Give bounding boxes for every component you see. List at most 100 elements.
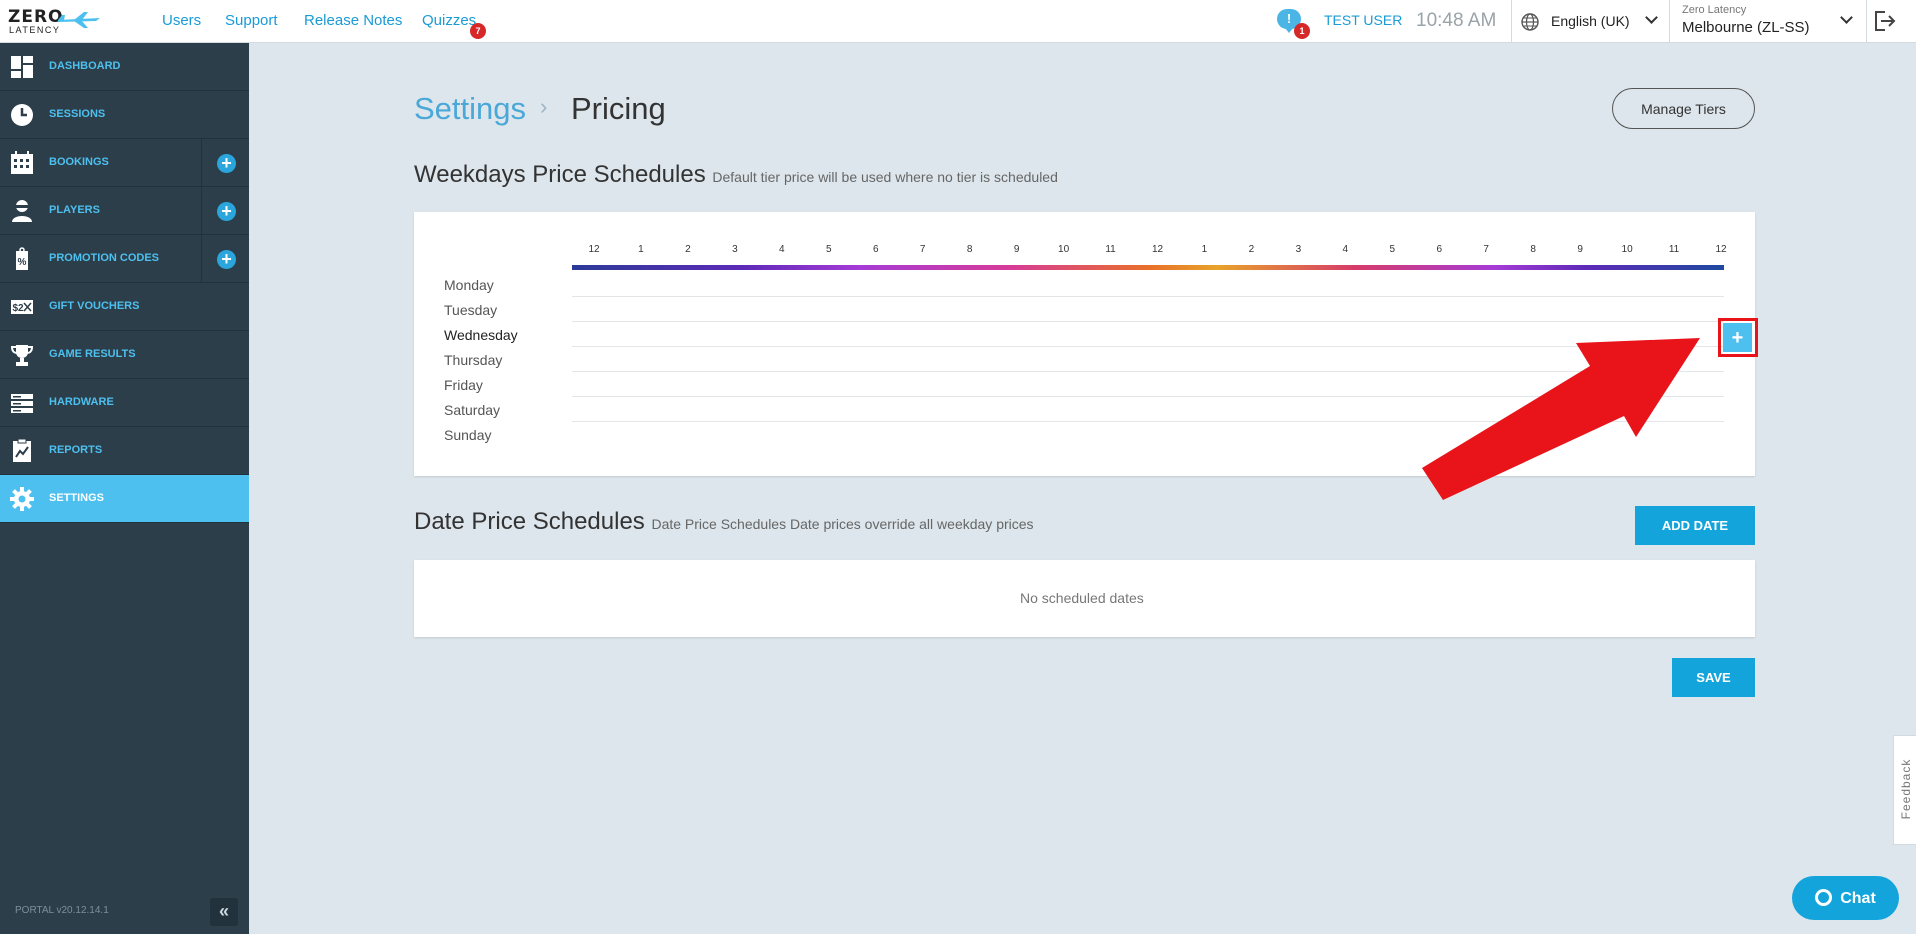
sidebar-item-settings[interactable]: SETTINGS bbox=[0, 475, 249, 523]
divider bbox=[1866, 0, 1867, 43]
weekdays-section-title: Weekdays Price Schedules Default tier pr… bbox=[414, 161, 1058, 188]
sidebar-item-dashboard[interactable]: DASHBOARD bbox=[0, 43, 249, 91]
nav-release-notes[interactable]: Release Notes bbox=[304, 12, 402, 29]
add-date-button[interactable]: ADD DATE bbox=[1635, 506, 1755, 545]
hour-tick-label: 9 bbox=[1577, 244, 1583, 255]
plus-icon: + bbox=[217, 202, 236, 221]
day-label-friday: Friday bbox=[444, 377, 483, 393]
chat-icon bbox=[1815, 888, 1833, 906]
sidebar-item-bookings[interactable]: BOOKINGS + bbox=[0, 139, 249, 187]
sidebar-item-game-results[interactable]: GAME RESULTS bbox=[0, 331, 249, 379]
hour-tick-label: 5 bbox=[1389, 244, 1396, 255]
chevron-down-icon bbox=[1840, 11, 1853, 24]
day-label-saturday: Saturday bbox=[444, 402, 501, 418]
divider bbox=[1669, 0, 1670, 43]
player-icon bbox=[12, 200, 32, 222]
page-title: Pricing bbox=[571, 91, 666, 126]
hour-tick-label: 6 bbox=[872, 244, 879, 255]
sidebar-item-gift-vouchers[interactable]: $2 GIFT VOUCHERS bbox=[0, 283, 249, 331]
add-promotion-button[interactable]: + bbox=[201, 235, 249, 283]
dates-section-subtitle: Date Price Schedules Date prices overrid… bbox=[651, 516, 1034, 532]
hour-tick-label: 2 bbox=[1248, 244, 1255, 255]
hour-tick-label: 12 bbox=[588, 244, 600, 255]
annotation-highlight-box bbox=[1718, 318, 1758, 357]
divider bbox=[1511, 0, 1512, 43]
plane-icon bbox=[58, 12, 100, 28]
collapse-sidebar-button[interactable]: « bbox=[210, 898, 238, 926]
logout-icon[interactable] bbox=[1873, 10, 1897, 32]
day-label-wednesday: Wednesday bbox=[444, 327, 518, 343]
promo-tag-icon: % bbox=[16, 247, 28, 270]
chevron-down-icon bbox=[1645, 11, 1658, 24]
hour-tick-label: 12 bbox=[1151, 244, 1164, 255]
svg-text:$2: $2 bbox=[12, 303, 24, 314]
hour-tick-label: 1 bbox=[638, 244, 644, 255]
hour-tick-label: 12 bbox=[1715, 244, 1727, 255]
hour-tick-label: 11 bbox=[1105, 244, 1116, 255]
hour-tick-label: 2 bbox=[685, 244, 691, 255]
notification-badge: 1 bbox=[1294, 23, 1310, 39]
add-player-button[interactable]: + bbox=[201, 187, 249, 235]
user-menu[interactable]: TEST USER bbox=[1324, 12, 1402, 28]
clock: 10:48 AM bbox=[1416, 10, 1497, 31]
sidebar-item-hardware[interactable]: HARDWARE bbox=[0, 379, 249, 427]
language-label: English (UK) bbox=[1551, 13, 1630, 29]
report-icon bbox=[13, 439, 31, 462]
hour-tick-label: 1 bbox=[1201, 244, 1208, 255]
day-row-divider bbox=[572, 396, 1724, 397]
language-select[interactable]: English (UK) bbox=[1518, 0, 1668, 43]
day-label-thursday: Thursday bbox=[444, 352, 503, 368]
sidebar: DASHBOARD SESSIONS BOOKINGS + PLAYERS + bbox=[0, 43, 249, 934]
add-booking-button[interactable]: + bbox=[201, 139, 249, 187]
trophy-icon bbox=[10, 345, 34, 366]
clock-icon bbox=[11, 104, 33, 126]
hour-tick-label: 6 bbox=[1436, 244, 1443, 255]
breadcrumb-separator: › bbox=[540, 94, 548, 119]
feedback-tab[interactable]: Feedback bbox=[1893, 735, 1916, 845]
svg-text:%: % bbox=[18, 257, 27, 268]
hour-tick-label: 3 bbox=[732, 244, 738, 255]
empty-dates-message: No scheduled dates bbox=[1020, 590, 1144, 606]
day-label-monday: Monday bbox=[444, 277, 494, 293]
day-row-divider bbox=[572, 371, 1724, 372]
day-row-divider bbox=[572, 421, 1724, 422]
nav-users[interactable]: Users bbox=[162, 12, 201, 29]
quizzes-badge: 7 bbox=[470, 23, 486, 39]
dates-section-title: Date Price Schedules Date Price Schedule… bbox=[414, 508, 1034, 535]
hour-tick-label: 8 bbox=[1530, 244, 1536, 255]
server-icon bbox=[11, 394, 33, 413]
hour-tick-label: 11 bbox=[1668, 244, 1680, 255]
hour-tick-label: 10 bbox=[1621, 244, 1633, 255]
zero-latency-logo[interactable]: ZERO LATENCY bbox=[8, 7, 103, 37]
gear-icon bbox=[10, 487, 34, 511]
sidebar-item-reports[interactable]: REPORTS bbox=[0, 427, 249, 475]
globe-icon bbox=[1521, 13, 1539, 31]
sidebar-item-promotion-codes[interactable]: % PROMOTION CODES + bbox=[0, 235, 249, 283]
dashboard-icon bbox=[11, 56, 33, 78]
hour-tick-label: 8 bbox=[966, 244, 973, 255]
hour-tick-label: 4 bbox=[779, 244, 785, 255]
day-row-divider bbox=[572, 346, 1724, 347]
day-label-sunday: Sunday bbox=[444, 427, 492, 443]
weekdays-section-subtitle: Default tier price will be used where no… bbox=[712, 169, 1058, 185]
nav-quizzes[interactable]: Quizzes bbox=[422, 12, 476, 29]
breadcrumb-settings[interactable]: Settings bbox=[414, 91, 526, 127]
plus-icon: + bbox=[217, 154, 236, 173]
top-bar: ZERO LATENCY Users Support Release Notes… bbox=[0, 0, 1916, 43]
hour-tick-label: 7 bbox=[919, 244, 926, 255]
plus-icon: + bbox=[217, 250, 236, 269]
save-button[interactable]: SAVE bbox=[1672, 658, 1755, 697]
manage-tiers-button[interactable]: Manage Tiers bbox=[1612, 88, 1755, 129]
voucher-icon: $2 bbox=[11, 300, 33, 314]
hour-axis: 12 1 2 3 4 5 6 7 8 9 10 11 12 1 2 3 4 5 6 7 8 9 10 11 12 bbox=[573, 244, 1726, 258]
day-label-tuesday: Tuesday bbox=[444, 302, 498, 318]
nav-support[interactable]: Support bbox=[225, 12, 278, 29]
hour-tick-label: 7 bbox=[1483, 244, 1489, 255]
day-row-divider bbox=[572, 321, 1724, 322]
chat-button[interactable]: Chat bbox=[1792, 876, 1899, 920]
sidebar-item-players[interactable]: PLAYERS + bbox=[0, 187, 249, 235]
portal-version: PORTAL v20.12.14.1 bbox=[15, 905, 109, 916]
hour-tick-label: 4 bbox=[1342, 244, 1349, 255]
sidebar-item-sessions[interactable]: SESSIONS bbox=[0, 91, 249, 139]
time-gradient-bar bbox=[572, 265, 1724, 270]
